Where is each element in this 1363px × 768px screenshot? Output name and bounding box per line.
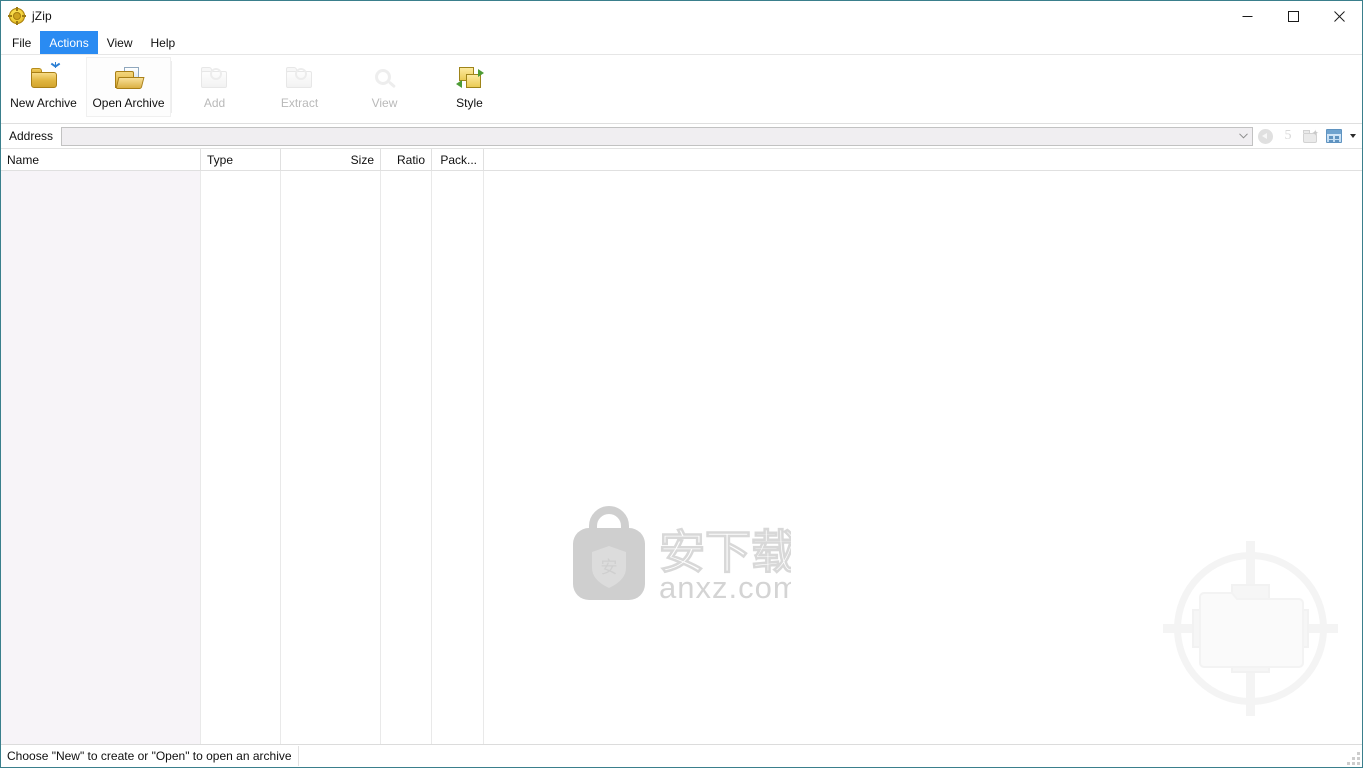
up-one-level-button[interactable]: 5 [1277, 125, 1299, 147]
view-mode-grid-icon [1326, 129, 1342, 143]
extract-archive-icon [283, 62, 317, 94]
resize-grip-icon[interactable] [1347, 752, 1360, 765]
window-controls [1224, 1, 1362, 31]
chevron-up-icon: ⌃ [95, 149, 106, 157]
back-button[interactable] [1254, 125, 1276, 147]
magnifier-view-icon [368, 62, 402, 94]
file-rows-area[interactable]: 安 安下载 anxz.com [1, 171, 1362, 744]
status-message: Choose "New" to create or "Open" to open… [1, 746, 299, 766]
minimize-button[interactable] [1224, 1, 1270, 31]
menu-file[interactable]: File [3, 31, 40, 54]
style-label: Style [456, 96, 483, 110]
extract-label: Extract [280, 96, 319, 110]
minimize-icon [1242, 15, 1252, 17]
column-header-name-label: Name [7, 152, 40, 167]
up-level-icon: 5 [1284, 128, 1292, 143]
open-archive-label: Open Archive [92, 96, 165, 110]
column-band-size [281, 171, 381, 744]
address-combo[interactable] [61, 126, 1253, 146]
new-folder-button[interactable]: ✦ [1300, 125, 1322, 147]
jzip-logo-icon [8, 7, 26, 25]
column-band-type [201, 171, 281, 744]
back-arrow-icon [1257, 128, 1273, 144]
column-band-packed [432, 171, 484, 744]
style-button[interactable]: Style [427, 57, 512, 117]
column-header-ratio[interactable]: Ratio [381, 149, 432, 170]
column-header-packed[interactable]: Pack... [432, 149, 484, 170]
column-header-size[interactable]: Size [281, 149, 381, 170]
menu-actions[interactable]: Actions [40, 31, 98, 54]
column-header-type[interactable]: Type [201, 149, 281, 170]
column-header-packed-label: Pack... [440, 152, 477, 167]
close-button[interactable] [1316, 1, 1362, 31]
column-header-name[interactable]: ⌃ Name [1, 149, 201, 170]
menu-help[interactable]: Help [142, 31, 185, 54]
file-list-view: ⌃ Name Type Size Ratio Pack... 安 安下载 anx… [1, 149, 1362, 744]
column-bands [1, 171, 1362, 744]
column-band-ratio [381, 171, 432, 744]
app-window: jZip File Actions View Help New Archive … [0, 0, 1363, 768]
column-header-type-label: Type [207, 152, 234, 167]
add-button: Add [172, 57, 257, 117]
caret-down-icon [1350, 134, 1356, 138]
close-icon [1333, 10, 1345, 22]
maximize-button[interactable] [1270, 1, 1316, 31]
view-mode-dropdown[interactable] [1346, 125, 1360, 147]
open-folder-icon [112, 62, 146, 94]
new-archive-button[interactable]: New Archive [1, 57, 86, 117]
column-band-name [1, 171, 201, 744]
new-archive-label: New Archive [10, 96, 77, 110]
extract-button: Extract [257, 57, 342, 117]
add-label: Add [203, 96, 226, 110]
menu-bar: File Actions View Help [1, 31, 1362, 55]
toolbar: New Archive Open Archive Add Extract Vie… [1, 55, 1362, 124]
add-to-archive-icon [198, 62, 232, 94]
column-header-size-label: Size [350, 152, 374, 167]
status-bar: Choose "New" to create or "Open" to open… [1, 744, 1362, 767]
menu-view[interactable]: View [98, 31, 142, 54]
view-mode-button[interactable] [1323, 125, 1345, 147]
maximize-icon [1287, 10, 1299, 22]
address-label: Address [9, 129, 54, 143]
view-label: View [371, 96, 398, 110]
view-button: View [342, 57, 427, 117]
column-headers: ⌃ Name Type Size Ratio Pack... [1, 149, 1362, 171]
new-folder-sparkle-icon [27, 62, 61, 94]
style-swap-icon [453, 62, 487, 94]
chevron-down-icon[interactable] [1235, 127, 1252, 145]
window-title: jZip [32, 9, 52, 23]
title-bar-left: jZip [1, 7, 52, 25]
address-bar: Address 5 ✦ [1, 124, 1362, 149]
address-input[interactable] [62, 127, 1235, 145]
open-archive-button[interactable]: Open Archive [86, 57, 171, 117]
title-bar: jZip [1, 1, 1362, 31]
new-folder-icon: ✦ [1303, 128, 1319, 143]
column-header-ratio-label: Ratio [396, 152, 425, 167]
